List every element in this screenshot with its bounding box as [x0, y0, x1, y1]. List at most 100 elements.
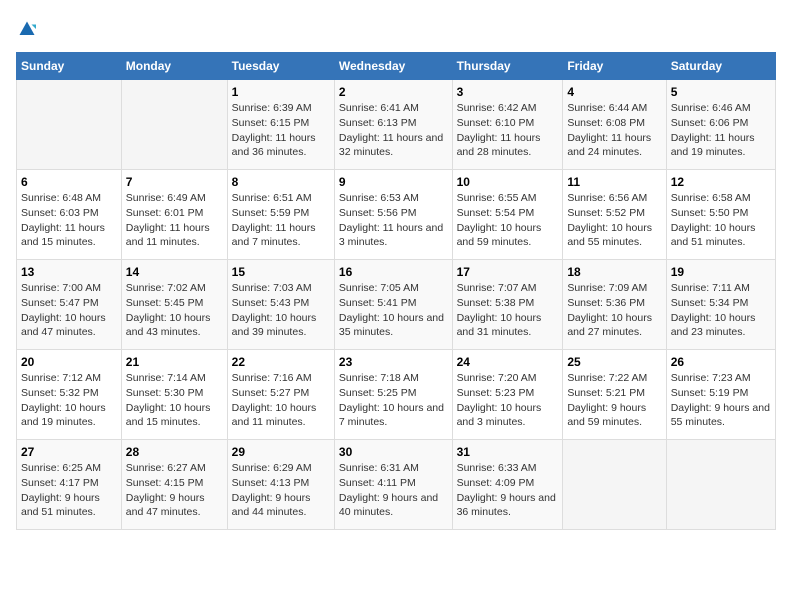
day-info: Sunrise: 6:49 AM Sunset: 6:01 PM Dayligh…: [126, 191, 223, 250]
day-cell: 8 Sunrise: 6:51 AM Sunset: 5:59 PM Daylig…: [227, 170, 334, 260]
day-number: 9: [339, 175, 448, 189]
header-saturday: Saturday: [666, 53, 775, 80]
header-wednesday: Wednesday: [334, 53, 452, 80]
day-number: 16: [339, 265, 448, 279]
calendar-header-row: SundayMondayTuesdayWednesdayThursdayFrid…: [17, 53, 776, 80]
day-info: Sunrise: 7:03 AM Sunset: 5:43 PM Dayligh…: [232, 281, 330, 340]
day-number: 4: [567, 85, 661, 99]
day-number: 31: [457, 445, 559, 459]
day-info: Sunrise: 7:18 AM Sunset: 5:25 PM Dayligh…: [339, 371, 448, 430]
day-info: Sunrise: 7:16 AM Sunset: 5:27 PM Dayligh…: [232, 371, 330, 430]
day-cell: 22 Sunrise: 7:16 AM Sunset: 5:27 PM Dayli…: [227, 350, 334, 440]
header-tuesday: Tuesday: [227, 53, 334, 80]
day-number: 7: [126, 175, 223, 189]
day-info: Sunrise: 6:46 AM Sunset: 6:06 PM Dayligh…: [671, 101, 771, 160]
day-number: 2: [339, 85, 448, 99]
day-info: Sunrise: 7:00 AM Sunset: 5:47 PM Dayligh…: [21, 281, 117, 340]
day-info: Sunrise: 6:58 AM Sunset: 5:50 PM Dayligh…: [671, 191, 771, 250]
day-cell: 16Sunrise: 7:05 AM Sunset: 5:41 PM Dayli…: [334, 260, 452, 350]
calendar-table: SundayMondayTuesdayWednesdayThursdayFrid…: [16, 52, 776, 530]
header-monday: Monday: [121, 53, 227, 80]
day-number: 19: [671, 265, 771, 279]
day-number: 17: [457, 265, 559, 279]
day-number: 1: [232, 85, 330, 99]
day-info: Sunrise: 7:11 AM Sunset: 5:34 PM Dayligh…: [671, 281, 771, 340]
day-cell: 4 Sunrise: 6:44 AM Sunset: 6:08 PM Daylig…: [563, 80, 666, 170]
day-number: 10: [457, 175, 559, 189]
day-info: Sunrise: 6:33 AM Sunset: 4:09 PM Dayligh…: [457, 461, 559, 520]
week-row-5: 27 Sunrise: 6:25 AM Sunset: 4:17 PM Dayli…: [17, 440, 776, 530]
day-info: Sunrise: 6:51 AM Sunset: 5:59 PM Dayligh…: [232, 191, 330, 250]
day-number: 18: [567, 265, 661, 279]
day-info: Sunrise: 7:09 AM Sunset: 5:36 PM Dayligh…: [567, 281, 661, 340]
day-number: 23: [339, 355, 448, 369]
day-info: Sunrise: 7:23 AM Sunset: 5:19 PM Dayligh…: [671, 371, 771, 430]
day-number: 22: [232, 355, 330, 369]
day-cell: [17, 80, 122, 170]
day-info: Sunrise: 6:41 AM Sunset: 6:13 PM Dayligh…: [339, 101, 448, 160]
day-number: 28: [126, 445, 223, 459]
day-info: Sunrise: 6:27 AM Sunset: 4:15 PM Dayligh…: [126, 461, 223, 520]
day-info: Sunrise: 6:56 AM Sunset: 5:52 PM Dayligh…: [567, 191, 661, 250]
day-cell: 28 Sunrise: 6:27 AM Sunset: 4:15 PM Dayli…: [121, 440, 227, 530]
day-number: 20: [21, 355, 117, 369]
day-cell: 25 Sunrise: 7:22 AM Sunset: 5:21 PM Dayli…: [563, 350, 666, 440]
header-thursday: Thursday: [452, 53, 563, 80]
logo-icon: [18, 20, 36, 38]
day-info: Sunrise: 6:42 AM Sunset: 6:10 PM Dayligh…: [457, 101, 559, 160]
day-cell: 19 Sunrise: 7:11 AM Sunset: 5:34 PM Dayli…: [666, 260, 775, 350]
day-info: Sunrise: 7:02 AM Sunset: 5:45 PM Dayligh…: [126, 281, 223, 340]
day-cell: 6 Sunrise: 6:48 AM Sunset: 6:03 PM Daylig…: [17, 170, 122, 260]
day-info: Sunrise: 6:31 AM Sunset: 4:11 PM Dayligh…: [339, 461, 448, 520]
day-cell: [666, 440, 775, 530]
day-number: 25: [567, 355, 661, 369]
day-cell: 21 Sunrise: 7:14 AM Sunset: 5:30 PM Dayli…: [121, 350, 227, 440]
day-cell: 5 Sunrise: 6:46 AM Sunset: 6:06 PM Daylig…: [666, 80, 775, 170]
day-number: 13: [21, 265, 117, 279]
day-info: Sunrise: 6:39 AM Sunset: 6:15 PM Dayligh…: [232, 101, 330, 160]
day-cell: [563, 440, 666, 530]
day-cell: 2 Sunrise: 6:41 AM Sunset: 6:13 PM Daylig…: [334, 80, 452, 170]
day-cell: 23 Sunrise: 7:18 AM Sunset: 5:25 PM Dayli…: [334, 350, 452, 440]
day-number: 3: [457, 85, 559, 99]
day-cell: 29 Sunrise: 6:29 AM Sunset: 4:13 PM Dayli…: [227, 440, 334, 530]
day-info: Sunrise: 7:07 AM Sunset: 5:38 PM Dayligh…: [457, 281, 559, 340]
day-cell: 24 Sunrise: 7:20 AM Sunset: 5:23 PM Dayli…: [452, 350, 563, 440]
day-cell: 30 Sunrise: 6:31 AM Sunset: 4:11 PM Dayli…: [334, 440, 452, 530]
day-number: 30: [339, 445, 448, 459]
day-info: Sunrise: 6:48 AM Sunset: 6:03 PM Dayligh…: [21, 191, 117, 250]
week-row-4: 20 Sunrise: 7:12 AM Sunset: 5:32 PM Dayli…: [17, 350, 776, 440]
day-number: 8: [232, 175, 330, 189]
day-info: Sunrise: 7:22 AM Sunset: 5:21 PM Dayligh…: [567, 371, 661, 430]
day-info: Sunrise: 7:20 AM Sunset: 5:23 PM Dayligh…: [457, 371, 559, 430]
day-info: Sunrise: 7:12 AM Sunset: 5:32 PM Dayligh…: [21, 371, 117, 430]
day-cell: 7 Sunrise: 6:49 AM Sunset: 6:01 PM Daylig…: [121, 170, 227, 260]
day-number: 21: [126, 355, 223, 369]
day-info: Sunrise: 6:53 AM Sunset: 5:56 PM Dayligh…: [339, 191, 448, 250]
day-number: 24: [457, 355, 559, 369]
header-friday: Friday: [563, 53, 666, 80]
day-number: 26: [671, 355, 771, 369]
day-cell: 14Sunrise: 7:02 AM Sunset: 5:45 PM Dayli…: [121, 260, 227, 350]
day-number: 29: [232, 445, 330, 459]
day-cell: 12 Sunrise: 6:58 AM Sunset: 5:50 PM Dayli…: [666, 170, 775, 260]
day-number: 12: [671, 175, 771, 189]
week-row-1: 1 Sunrise: 6:39 AM Sunset: 6:15 PM Daylig…: [17, 80, 776, 170]
day-cell: 10 Sunrise: 6:55 AM Sunset: 5:54 PM Dayli…: [452, 170, 563, 260]
day-info: Sunrise: 6:25 AM Sunset: 4:17 PM Dayligh…: [21, 461, 117, 520]
day-cell: 3 Sunrise: 6:42 AM Sunset: 6:10 PM Daylig…: [452, 80, 563, 170]
day-number: 6: [21, 175, 117, 189]
week-row-3: 13 Sunrise: 7:00 AM Sunset: 5:47 PM Dayli…: [17, 260, 776, 350]
page-header: [16, 16, 776, 40]
day-cell: 20 Sunrise: 7:12 AM Sunset: 5:32 PM Dayli…: [17, 350, 122, 440]
header-sunday: Sunday: [17, 53, 122, 80]
logo: [16, 16, 36, 40]
day-cell: 27 Sunrise: 6:25 AM Sunset: 4:17 PM Dayli…: [17, 440, 122, 530]
day-cell: 13 Sunrise: 7:00 AM Sunset: 5:47 PM Dayli…: [17, 260, 122, 350]
day-number: 27: [21, 445, 117, 459]
day-number: 5: [671, 85, 771, 99]
day-info: Sunrise: 6:55 AM Sunset: 5:54 PM Dayligh…: [457, 191, 559, 250]
day-info: Sunrise: 6:29 AM Sunset: 4:13 PM Dayligh…: [232, 461, 330, 520]
day-info: Sunrise: 6:44 AM Sunset: 6:08 PM Dayligh…: [567, 101, 661, 160]
day-info: Sunrise: 7:14 AM Sunset: 5:30 PM Dayligh…: [126, 371, 223, 430]
